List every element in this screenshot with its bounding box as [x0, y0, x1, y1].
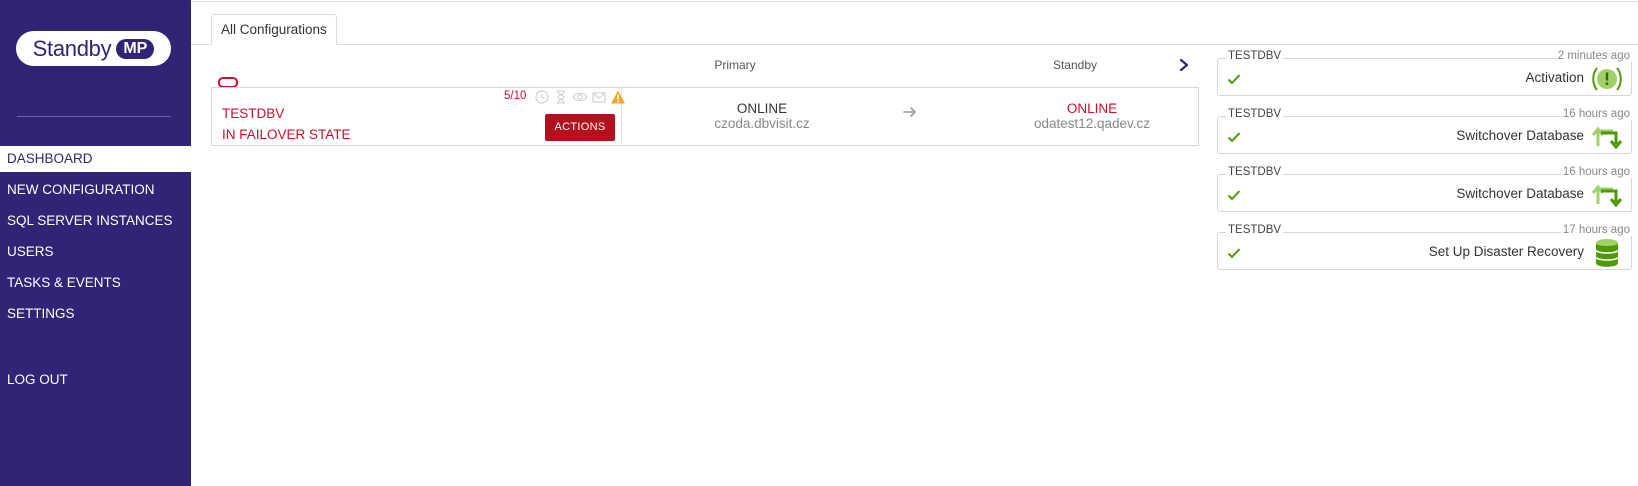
standby-status: ONLINE [1066, 101, 1118, 116]
event-title: Set Up Disaster Recovery [1428, 244, 1584, 259]
nav-users[interactable]: USERS [0, 239, 191, 265]
clock-icon [534, 89, 550, 105]
nav-new-configuration[interactable]: NEW CONFIGURATION [0, 177, 191, 203]
database-icon [1591, 238, 1623, 268]
eye-icon [572, 89, 588, 105]
event-database: TESTDBV [1226, 224, 1284, 236]
tab-all-configurations[interactable]: All Configurations [211, 14, 337, 45]
primary-host: czoda.dbvisit.cz [714, 116, 810, 131]
check-icon [1227, 188, 1241, 201]
event-title: Activation [1525, 70, 1584, 85]
status-icons [534, 89, 626, 105]
event-title: Switchover Database [1456, 186, 1584, 201]
event-time: 16 hours ago [1560, 166, 1632, 178]
nav-settings[interactable]: SETTINGS [0, 301, 191, 327]
switchover-icon [1591, 180, 1623, 210]
event-database: TESTDBV [1226, 108, 1284, 120]
event-time: 17 hours ago [1560, 224, 1632, 236]
standby-column-header: Standby [1052, 58, 1098, 72]
check-icon [1227, 246, 1241, 259]
check-icon [1227, 72, 1241, 85]
sidebar: Standby MP DASHBOARD NEW CONFIGURATION S… [0, 0, 191, 486]
arrow-right-icon [902, 104, 918, 120]
nav-sql-server-instances[interactable]: SQL SERVER INSTANCES [0, 208, 191, 234]
standby-mp-logo[interactable]: Standby MP [16, 31, 171, 66]
event-database: TESTDBV [1226, 50, 1284, 62]
nav-log-out[interactable]: LOG OUT [0, 367, 191, 393]
logo-badge: MP [116, 38, 155, 59]
configuration-state: IN FAILOVER STATE [222, 127, 351, 142]
configuration-name: TESTDBV [222, 106, 285, 121]
mail-icon [591, 89, 607, 105]
hourglass-icon [553, 89, 569, 105]
event-item[interactable]: TESTDBV 16 hours ago Switchover Database [1217, 166, 1632, 212]
event-item[interactable]: TESTDBV 2 minutes ago Activation [1217, 50, 1632, 96]
primary-status: ONLINE [736, 101, 788, 116]
top-border [191, 1, 1638, 2]
chevron-right-icon[interactable] [1177, 58, 1191, 72]
actions-button[interactable]: ACTIONS [545, 114, 615, 141]
primary-server: ONLINE czoda.dbvisit.cz [682, 101, 842, 131]
primary-column-header: Primary [714, 58, 756, 72]
nav-tasks-events[interactable]: TASKS & EVENTS [0, 270, 191, 296]
task-count: 5/10 [504, 90, 527, 102]
event-item[interactable]: TESTDBV 17 hours ago Set Up Disaster Rec… [1217, 224, 1632, 270]
switchover-icon [1591, 122, 1623, 152]
standby-host: odatest12.qadev.cz [1033, 116, 1151, 131]
event-title: Switchover Database [1456, 128, 1584, 143]
event-time: 16 hours ago [1560, 108, 1632, 120]
standby-server: ONLINE odatest12.qadev.cz [992, 101, 1192, 131]
activation-icon [1591, 64, 1623, 94]
event-database: TESTDBV [1226, 166, 1284, 178]
event-time: 2 minutes ago [1555, 50, 1632, 62]
configuration-card[interactable]: TESTDBV IN FAILOVER STATE 5/10 ACTIONS O… [211, 87, 1199, 146]
logo-text: Standby [32, 35, 112, 61]
configuration-summary: TESTDBV IN FAILOVER STATE 5/10 ACTIONS [212, 88, 625, 145]
warning-icon [610, 89, 626, 105]
check-icon [1227, 130, 1241, 143]
event-item[interactable]: TESTDBV 16 hours ago Switchover Database [1217, 108, 1632, 154]
tab-bar-border [191, 44, 1638, 45]
sidebar-divider [17, 116, 171, 117]
nav-dashboard[interactable]: DASHBOARD [0, 146, 191, 172]
